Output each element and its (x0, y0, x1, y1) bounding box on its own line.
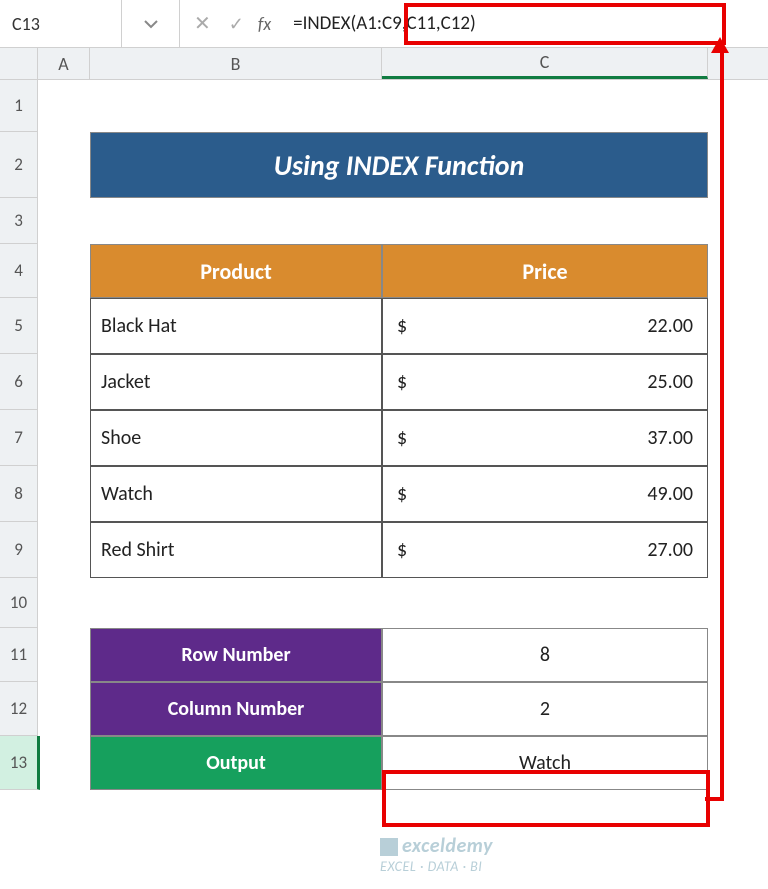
product-cell[interactable]: Watch (90, 466, 382, 522)
row-header[interactable]: 6 (0, 354, 37, 410)
product-cell[interactable]: Black Hat (90, 298, 382, 354)
price-value: 25.00 (647, 370, 693, 394)
fx-icon[interactable]: fx (258, 13, 275, 35)
title-cell[interactable]: Using INDEX Function (90, 132, 708, 198)
cell[interactable] (382, 198, 708, 244)
currency-symbol: $ (397, 370, 407, 394)
column-header-A[interactable]: A (38, 48, 90, 79)
name-box[interactable]: C13 (0, 0, 122, 47)
output-value[interactable]: Watch (382, 736, 708, 790)
row-header[interactable]: 4 (0, 244, 37, 298)
cell[interactable] (38, 466, 90, 522)
watermark-brand: exceldemy (402, 834, 493, 858)
row-header[interactable]: 3 (0, 198, 37, 244)
cell[interactable] (38, 244, 90, 298)
formula-input[interactable]: =INDEX(A1:C9,C11,C12) (285, 0, 768, 47)
cell[interactable] (90, 80, 382, 132)
cell[interactable] (382, 578, 708, 628)
cell[interactable] (38, 628, 90, 682)
table-row: Black Hat $ 22.00 (38, 298, 768, 354)
cell[interactable] (38, 298, 90, 354)
column-headers: A B C (0, 48, 768, 80)
accept-icon[interactable]: ✓ (229, 13, 244, 35)
table-row: Jacket $ 25.00 (38, 354, 768, 410)
name-box-dropdown[interactable] (122, 0, 180, 47)
column-header-C[interactable]: C (382, 48, 708, 79)
column-number-value[interactable]: 2 (382, 682, 708, 736)
price-value: 27.00 (647, 538, 693, 562)
price-cell[interactable]: $ 25.00 (382, 354, 708, 410)
row-header[interactable]: 7 (0, 410, 37, 466)
row-header[interactable]: 10 (0, 578, 37, 628)
currency-symbol: $ (397, 538, 407, 562)
lookup-row: Column Number 2 (38, 682, 768, 736)
table-row: Shoe $ 37.00 (38, 410, 768, 466)
row-header[interactable]: 9 (0, 522, 37, 578)
cell[interactable] (38, 578, 90, 628)
formula-controls: ✕ ✓ (180, 11, 258, 36)
cell[interactable] (38, 682, 90, 736)
cell[interactable] (38, 80, 90, 132)
chevron-down-icon (144, 19, 158, 29)
grid-row: Using INDEX Function (38, 132, 768, 198)
grid-row: Product Price (38, 244, 768, 298)
cancel-icon[interactable]: ✕ (194, 11, 211, 36)
arrow-line (720, 45, 724, 801)
arrow-head (711, 37, 729, 53)
currency-symbol: $ (397, 426, 407, 450)
formula-bar: C13 ✕ ✓ fx =INDEX(A1:C9,C11,C12) (0, 0, 768, 48)
price-value: 49.00 (647, 482, 693, 506)
grid-row (38, 578, 768, 628)
cell[interactable] (38, 354, 90, 410)
cell[interactable] (38, 522, 90, 578)
row-header[interactable]: 5 (0, 298, 37, 354)
output-label[interactable]: Output (90, 736, 382, 790)
row-header[interactable]: 12 (0, 682, 37, 736)
cell[interactable] (38, 410, 90, 466)
row-number-label[interactable]: Row Number (90, 628, 382, 682)
currency-symbol: $ (397, 314, 407, 338)
price-value: 22.00 (647, 314, 693, 338)
lookup-row: Output Watch (38, 736, 768, 790)
column-header-B[interactable]: B (90, 48, 382, 79)
lookup-row: Row Number 8 (38, 628, 768, 682)
column-number-label[interactable]: Column Number (90, 682, 382, 736)
select-all-corner[interactable] (0, 48, 38, 79)
price-cell[interactable]: $ 27.00 (382, 522, 708, 578)
grid-row (38, 198, 768, 244)
arrow-line (705, 797, 724, 801)
row-header[interactable]: 11 (0, 628, 37, 682)
row-header[interactable]: 8 (0, 466, 37, 522)
price-value: 37.00 (647, 426, 693, 450)
price-cell[interactable]: $ 49.00 (382, 466, 708, 522)
watermark: exceldemy EXCEL · DATA · BI (380, 834, 493, 875)
product-cell[interactable]: Shoe (90, 410, 382, 466)
table-row: Watch $ 49.00 (38, 466, 768, 522)
header-product[interactable]: Product (90, 244, 382, 298)
cell[interactable] (382, 80, 708, 132)
grid-row (38, 80, 768, 132)
spreadsheet-grid: 1 2 3 4 5 6 7 8 9 10 11 12 13 Using INDE… (0, 80, 768, 790)
row-header[interactable]: 1 (0, 80, 37, 132)
cell[interactable] (90, 198, 382, 244)
row-headers: 1 2 3 4 5 6 7 8 9 10 11 12 13 (0, 80, 38, 790)
cell[interactable] (38, 198, 90, 244)
row-number-value[interactable]: 8 (382, 628, 708, 682)
row-header[interactable]: 2 (0, 132, 37, 198)
watermark-icon (380, 838, 398, 856)
grid-body: Using INDEX Function Product Price Black… (38, 80, 768, 790)
price-cell[interactable]: $ 37.00 (382, 410, 708, 466)
product-cell[interactable]: Jacket (90, 354, 382, 410)
product-cell[interactable]: Red Shirt (90, 522, 382, 578)
currency-symbol: $ (397, 482, 407, 506)
row-header[interactable]: 13 (0, 736, 40, 790)
cell[interactable] (38, 132, 90, 198)
watermark-tag: EXCEL · DATA · BI (380, 858, 482, 875)
header-price[interactable]: Price (382, 244, 708, 298)
table-row: Red Shirt $ 27.00 (38, 522, 768, 578)
cell[interactable] (90, 578, 382, 628)
cell[interactable] (38, 736, 90, 790)
price-cell[interactable]: $ 22.00 (382, 298, 708, 354)
